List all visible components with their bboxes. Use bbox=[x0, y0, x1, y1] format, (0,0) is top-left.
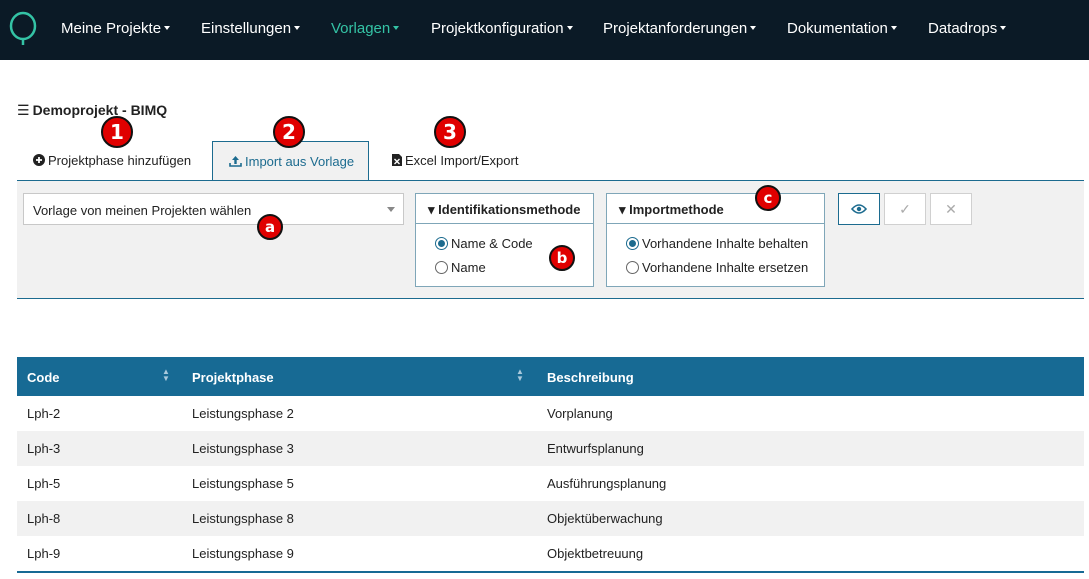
page-title-text: Demoprojekt - BIMQ bbox=[32, 102, 168, 118]
radio-name-code[interactable]: Name & Code bbox=[435, 236, 533, 251]
radio-label: Vorhandene Inhalte ersetzen bbox=[642, 260, 809, 275]
nav-item-meine-projekte[interactable]: Meine Projekte bbox=[61, 20, 171, 37]
radio-name[interactable]: Name bbox=[435, 260, 486, 275]
nav-label: Dokumentation bbox=[787, 20, 888, 37]
import-method-header[interactable]: ▾ Importmethode bbox=[607, 194, 824, 224]
radio-replace-content[interactable]: Vorhandene Inhalte ersetzen bbox=[626, 260, 808, 275]
cell-code: Lph-3 bbox=[27, 441, 61, 456]
cell-description: Objektüberwachung bbox=[547, 511, 663, 526]
radio-unchecked-icon bbox=[435, 261, 448, 274]
table-header: Code ▲ ▼ Projektphase ▲ ▼ Beschreibung bbox=[17, 357, 1084, 396]
preview-button[interactable] bbox=[838, 193, 880, 225]
cell-code: Lph-5 bbox=[27, 476, 61, 491]
sort-icon[interactable]: ▲ ▼ bbox=[516, 368, 524, 383]
nav-item-einstellungen[interactable]: Einstellungen bbox=[201, 20, 301, 37]
radio-unchecked-icon bbox=[626, 261, 639, 274]
cancel-button[interactable]: ✕ bbox=[930, 193, 972, 225]
tab-label: Projektphase hinzufügen bbox=[48, 153, 192, 168]
annotation-badge-1: 1 bbox=[101, 116, 133, 148]
radio-checked-icon bbox=[626, 237, 639, 250]
nav-label: Vorlagen bbox=[331, 20, 391, 37]
annotation-badge-c: c bbox=[755, 185, 781, 211]
column-header-code[interactable]: Code bbox=[27, 370, 60, 385]
radio-label: Name bbox=[451, 260, 486, 275]
radio-label: Vorhandene Inhalte behalten bbox=[642, 236, 809, 251]
nav-label: Meine Projekte bbox=[61, 20, 162, 37]
menu-icon[interactable]: ☰ bbox=[17, 102, 30, 119]
app-logo[interactable] bbox=[8, 10, 38, 46]
page-title: ☰ Demoprojekt - BIMQ bbox=[17, 102, 167, 119]
tab-label: Import aus Vorlage bbox=[245, 154, 355, 169]
nav-item-datadrops[interactable]: Datadrops bbox=[928, 20, 1007, 37]
nav-item-dokumentation[interactable]: Dokumentation bbox=[787, 20, 897, 37]
caret-down-icon bbox=[1000, 26, 1007, 30]
radio-keep-content[interactable]: Vorhandene Inhalte behalten bbox=[626, 236, 808, 251]
caret-down-icon bbox=[750, 26, 757, 30]
radio-label: Name & Code bbox=[451, 236, 533, 251]
nav-item-projektanforderungen[interactable]: Projektanforderungen bbox=[603, 20, 757, 37]
table-row[interactable]: Lph-3 Leistungsphase 3 Entwurfsplanung bbox=[17, 431, 1084, 466]
table-bottom-border bbox=[17, 571, 1084, 573]
import-method-box: ▾ Importmethode Vorhandene Inhalte behal… bbox=[606, 193, 825, 287]
cell-code: Lph-8 bbox=[27, 511, 61, 526]
cell-code: Lph-9 bbox=[27, 546, 61, 561]
phases-table: Code ▲ ▼ Projektphase ▲ ▼ Beschreibung Lph… bbox=[17, 357, 1084, 573]
table-row[interactable]: Lph-5 Leistungsphase 5 Ausführungsplanun… bbox=[17, 466, 1084, 501]
cell-code: Lph-2 bbox=[27, 406, 61, 421]
radio-checked-icon bbox=[435, 237, 448, 250]
plus-circle-icon bbox=[33, 153, 45, 168]
tab-divider bbox=[17, 180, 1084, 181]
top-navbar: Meine Projekte Einstellungen Vorlagen Pr… bbox=[0, 0, 1089, 60]
column-header-projektphase[interactable]: Projektphase bbox=[192, 370, 274, 385]
caret-down-icon bbox=[566, 26, 573, 30]
caret-down-icon bbox=[393, 26, 400, 30]
identification-method-title: Identifikationsmethode bbox=[438, 202, 581, 217]
nav-item-projektkonfiguration[interactable]: Projektkonfiguration bbox=[431, 20, 573, 37]
cell-phase: Leistungsphase 5 bbox=[192, 476, 294, 491]
nav-label: Projektkonfiguration bbox=[431, 20, 564, 37]
table-row[interactable]: Lph-8 Leistungsphase 8 Objektüberwachung bbox=[17, 501, 1084, 536]
chevron-down-icon bbox=[387, 207, 395, 212]
close-icon: ✕ bbox=[945, 201, 957, 217]
identification-method-box: ▾ Identifikationsmethode Name & Code Nam… bbox=[415, 193, 594, 287]
eye-icon bbox=[850, 204, 868, 214]
nav-item-vorlagen[interactable]: Vorlagen bbox=[331, 20, 400, 37]
nav-label: Datadrops bbox=[928, 20, 998, 37]
cell-description: Ausführungsplanung bbox=[547, 476, 667, 491]
table-body: Lph-2 Leistungsphase 2 Vorplanung Lph-3 … bbox=[17, 396, 1084, 571]
caret-down-icon bbox=[164, 26, 171, 30]
cell-description: Objektbetreuung bbox=[547, 546, 644, 561]
excel-file-icon bbox=[392, 153, 402, 168]
sort-icon[interactable]: ▲ ▼ bbox=[162, 368, 170, 383]
import-method-title: Importmethode bbox=[629, 202, 724, 217]
tab-label: Excel Import/Export bbox=[405, 153, 519, 168]
annotation-badge-3: 3 bbox=[434, 116, 466, 148]
cell-description: Vorplanung bbox=[547, 406, 613, 421]
caret-down-icon bbox=[294, 26, 301, 30]
annotation-badge-b: b bbox=[549, 245, 575, 271]
template-select-value: Vorlage von meinen Projekten wählen bbox=[33, 203, 252, 218]
annotation-badge-2: 2 bbox=[273, 116, 305, 148]
nav-label: Projektanforderungen bbox=[603, 20, 748, 37]
column-header-beschreibung[interactable]: Beschreibung bbox=[547, 370, 634, 385]
template-select[interactable]: Vorlage von meinen Projekten wählen bbox=[23, 193, 404, 225]
cell-phase: Leistungsphase 8 bbox=[192, 511, 294, 526]
table-row[interactable]: Lph-2 Leistungsphase 2 Vorplanung bbox=[17, 396, 1084, 431]
cell-phase: Leistungsphase 3 bbox=[192, 441, 294, 456]
confirm-button[interactable]: ✓ bbox=[884, 193, 926, 225]
table-row[interactable]: Lph-9 Leistungsphase 9 Objektbetreuung bbox=[17, 536, 1084, 571]
identification-method-header[interactable]: ▾ Identifikationsmethode bbox=[416, 194, 593, 224]
cell-phase: Leistungsphase 2 bbox=[192, 406, 294, 421]
cell-description: Entwurfsplanung bbox=[547, 441, 644, 456]
annotation-badge-a: a bbox=[257, 214, 283, 240]
check-icon: ✓ bbox=[899, 201, 911, 217]
upload-icon bbox=[229, 154, 242, 169]
cell-phase: Leistungsphase 9 bbox=[192, 546, 294, 561]
nav-label: Einstellungen bbox=[201, 20, 292, 37]
caret-down-icon bbox=[890, 26, 897, 30]
